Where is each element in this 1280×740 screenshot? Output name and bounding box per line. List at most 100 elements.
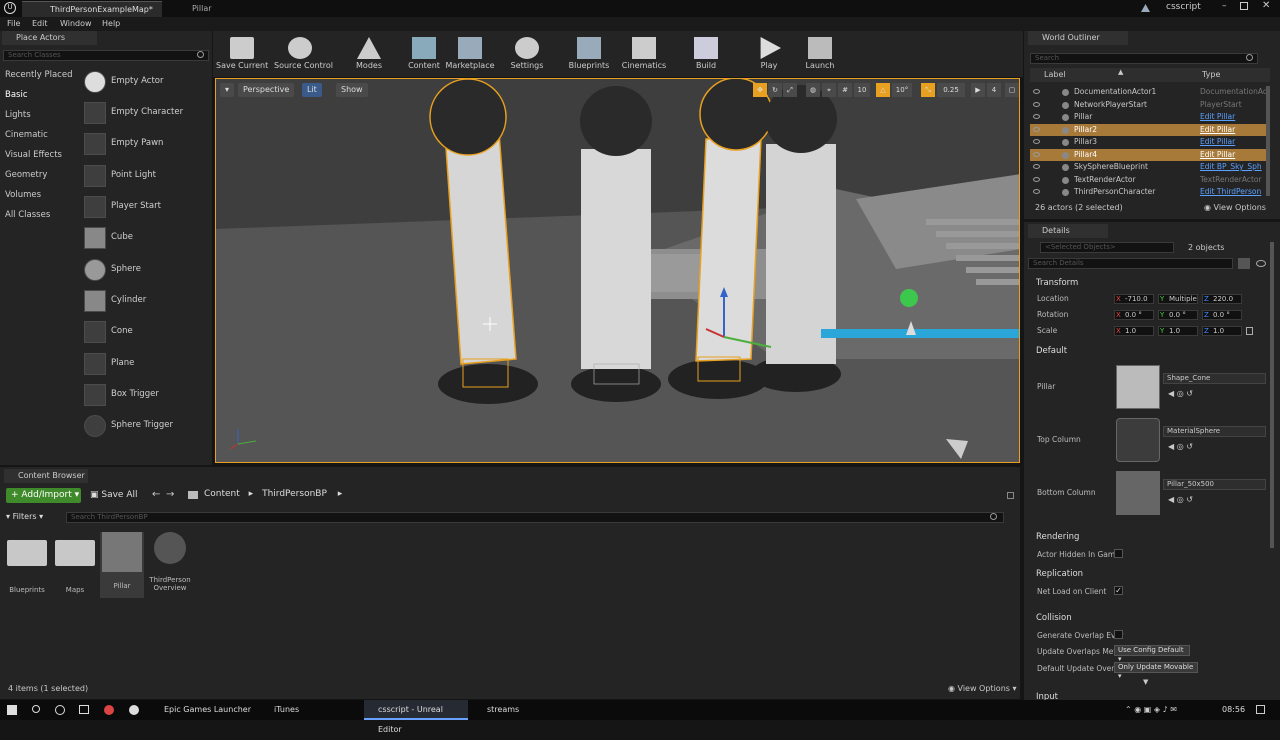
windows-start-icon[interactable] bbox=[7, 705, 17, 715]
viewport-scene[interactable] bbox=[216, 79, 1020, 463]
scale-y-field[interactable]: Y 1.0 bbox=[1158, 326, 1198, 336]
actor-cube[interactable]: Cube bbox=[82, 225, 210, 251]
visibility-eye-icon[interactable] bbox=[1033, 126, 1040, 132]
actor-player-start[interactable]: Player Start bbox=[82, 194, 210, 220]
category-all-classes[interactable]: All Classes bbox=[5, 210, 50, 220]
cone-asset-thumbnail[interactable] bbox=[1116, 365, 1160, 409]
details-search-input[interactable]: Search Details bbox=[1028, 258, 1233, 269]
content-browser-tab[interactable]: Content Browser bbox=[4, 469, 88, 483]
generate-overlap-checkbox[interactable] bbox=[1114, 630, 1123, 639]
launch-button[interactable]: Launch bbox=[794, 34, 846, 74]
search-icon[interactable] bbox=[32, 705, 40, 713]
input-section[interactable]: Input bbox=[1026, 690, 1270, 700]
location-label[interactable]: Location bbox=[1037, 294, 1069, 303]
filters-button[interactable]: ▾ Filters ▾ bbox=[6, 512, 43, 521]
taskbar-unreal-editor[interactable]: csscript - Unreal Editor bbox=[364, 700, 468, 734]
lock-icon[interactable] bbox=[1007, 492, 1014, 499]
default-section[interactable]: Default bbox=[1026, 344, 1270, 358]
menu-edit[interactable]: Edit bbox=[32, 17, 48, 31]
visibility-eye-icon[interactable] bbox=[1033, 101, 1040, 107]
outliner-row-type[interactable]: Edit ThirdPerson bbox=[1200, 186, 1261, 199]
place-actors-tab[interactable]: Place Actors bbox=[2, 31, 97, 45]
outliner-row[interactable]: Pillar3 Edit Pillar bbox=[1030, 136, 1270, 149]
content-view-options-button[interactable]: ◉ View Options ▾ bbox=[948, 684, 1017, 693]
pillar-asset-combo[interactable]: Shape_Cone bbox=[1163, 373, 1266, 384]
rotation-x-field[interactable]: X 0.0 ° bbox=[1114, 310, 1154, 320]
actor-empty-actor[interactable]: Empty Actor bbox=[82, 69, 210, 95]
pillar-blueprint-asset[interactable]: Pillar bbox=[100, 532, 144, 598]
translate-tool-icon[interactable]: ✥ bbox=[753, 83, 767, 97]
taskbar-itunes[interactable]: iTunes bbox=[260, 700, 352, 720]
outliner-row[interactable]: Pillar Edit Pillar bbox=[1030, 111, 1270, 124]
marketplace-button[interactable]: Marketplace bbox=[444, 34, 496, 74]
actor-sphere[interactable]: Sphere bbox=[82, 257, 210, 283]
actor-plane[interactable]: Plane bbox=[82, 351, 210, 377]
forward-button[interactable]: → bbox=[166, 489, 174, 500]
visibility-eye-icon[interactable] bbox=[1033, 189, 1040, 194]
outliner-row[interactable]: SkySphereBlueprint Edit BP_Sky_Sph bbox=[1030, 161, 1270, 174]
taskbar-epic-launcher[interactable]: Epic Games Launcher bbox=[150, 700, 252, 720]
perspective-button[interactable]: Perspective bbox=[238, 83, 295, 97]
thirdperson-overview-asset[interactable]: ThirdPerson Overview bbox=[148, 532, 192, 592]
type-column-header[interactable]: Type bbox=[1202, 70, 1220, 79]
category-geometry[interactable]: Geometry bbox=[5, 170, 47, 180]
play-button[interactable]: Play bbox=[743, 34, 795, 74]
rotate-tool-icon[interactable]: ↻ bbox=[768, 83, 782, 97]
replication-section[interactable]: Replication bbox=[1026, 567, 1270, 581]
actor-hidden-checkbox[interactable] bbox=[1114, 549, 1123, 558]
rotation-y-field[interactable]: Y 0.0 ° bbox=[1158, 310, 1198, 320]
category-volumes[interactable]: Volumes bbox=[5, 190, 41, 200]
unreal-taskbar-icon[interactable] bbox=[129, 705, 139, 715]
maximize-viewport-icon[interactable]: ▢ bbox=[1005, 83, 1019, 97]
scale-x-field[interactable]: X 1.0 bbox=[1114, 326, 1154, 336]
bottom-column-asset-combo[interactable]: Pillar_50x500 bbox=[1163, 479, 1266, 490]
eye-icon[interactable] bbox=[1256, 260, 1266, 267]
close-button[interactable]: ✕ bbox=[1262, 0, 1274, 12]
save-current-button[interactable]: Save Current bbox=[216, 34, 268, 74]
expand-advanced-icon[interactable]: ▼ bbox=[1143, 678, 1148, 686]
scale-snap-icon[interactable]: ⤡ bbox=[921, 83, 935, 97]
unreal-logo-icon[interactable]: U bbox=[4, 2, 16, 14]
cinematics-button[interactable]: Cinematics bbox=[618, 34, 670, 74]
world-space-icon[interactable]: ◍ bbox=[806, 83, 820, 97]
settings-button[interactable]: Settings bbox=[501, 34, 553, 74]
outliner-row-type[interactable]: Edit Pillar bbox=[1200, 111, 1235, 124]
use-selected-icon[interactable]: ◀ ◎ ↺ bbox=[1168, 442, 1193, 451]
save-all-button[interactable]: ▣ Save All bbox=[90, 488, 138, 503]
breadcrumb-thirdpersonbp[interactable]: ThirdPersonBP bbox=[262, 489, 327, 499]
actor-sphere-trigger[interactable]: Sphere Trigger bbox=[82, 413, 210, 439]
breadcrumb-content[interactable]: Content bbox=[204, 489, 240, 499]
pillar-2[interactable] bbox=[571, 86, 661, 402]
transform-section[interactable]: Transform bbox=[1026, 276, 1270, 290]
modes-button[interactable]: Modes bbox=[343, 34, 395, 74]
maps-folder[interactable]: Maps bbox=[53, 532, 97, 594]
outliner-row-type[interactable]: Edit Pillar bbox=[1200, 136, 1235, 149]
menu-window[interactable]: Window bbox=[60, 17, 92, 31]
level-viewport[interactable]: ▾ Perspective Lit Show ✥ ↻ ⤢ ◍ ⌖ # 10 △ … bbox=[215, 78, 1020, 463]
visibility-eye-icon[interactable] bbox=[1033, 164, 1040, 169]
category-visual-effects[interactable]: Visual Effects bbox=[5, 150, 62, 160]
outliner-scrollbar[interactable] bbox=[1266, 86, 1270, 196]
update-overlaps-combo[interactable]: Use Config Default ▾ bbox=[1114, 645, 1190, 663]
menu-file[interactable]: File bbox=[7, 17, 20, 31]
show-button[interactable]: Show bbox=[336, 83, 368, 97]
use-selected-icon[interactable]: ◀ ◎ ↺ bbox=[1168, 495, 1193, 504]
rendering-section[interactable]: Rendering bbox=[1026, 530, 1270, 544]
outliner-view-options-button[interactable]: ◉ View Options bbox=[1204, 203, 1266, 212]
scale-snap-value[interactable]: 0.25 bbox=[937, 83, 965, 97]
outliner-row-type[interactable]: Edit Pillar bbox=[1200, 124, 1235, 137]
visibility-eye-icon[interactable] bbox=[1033, 139, 1040, 144]
tab-map[interactable]: ThirdPersonExampleMap* bbox=[22, 1, 162, 17]
visibility-eye-icon[interactable] bbox=[1033, 114, 1040, 119]
lock-icon[interactable] bbox=[1246, 327, 1253, 335]
top-column-asset-combo[interactable]: MaterialSphere bbox=[1163, 426, 1266, 437]
sphere-asset-thumbnail[interactable] bbox=[1116, 418, 1160, 462]
scale-tool-icon[interactable]: ⤢ bbox=[783, 83, 797, 97]
collision-section[interactable]: Collision bbox=[1026, 611, 1270, 625]
maximize-button[interactable] bbox=[1240, 2, 1248, 10]
help-actor-icon[interactable] bbox=[900, 289, 918, 307]
chrome-icon[interactable] bbox=[104, 705, 114, 715]
rotation-snap-value[interactable]: 10° bbox=[892, 83, 912, 97]
details-tab[interactable]: Details bbox=[1028, 224, 1108, 238]
source-control-button[interactable]: Source Control bbox=[274, 34, 333, 74]
